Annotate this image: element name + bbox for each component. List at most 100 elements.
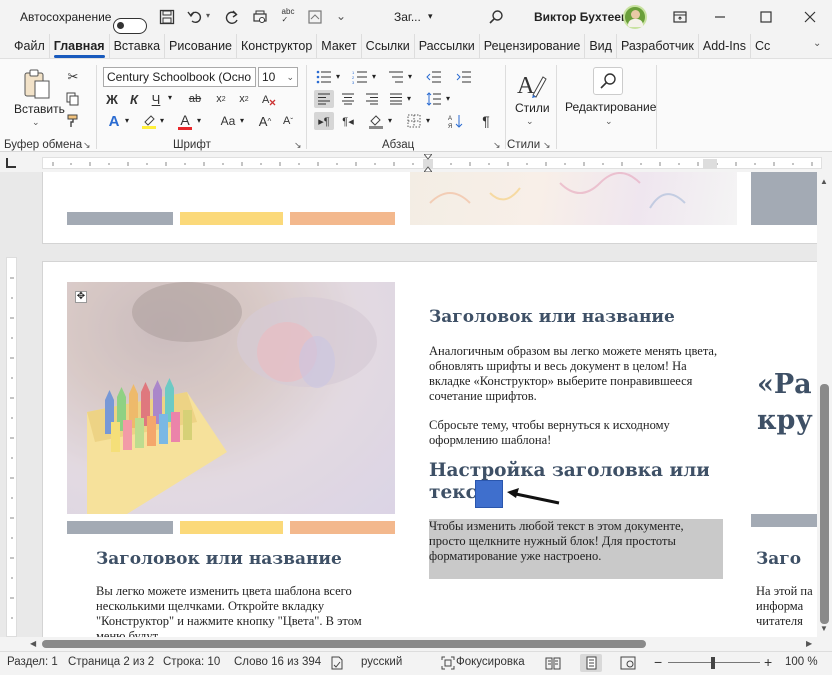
- subscript-icon[interactable]: x2: [211, 90, 231, 108]
- cut-icon[interactable]: ✂: [64, 68, 82, 86]
- tab-layout[interactable]: Макет: [316, 34, 360, 58]
- crayons-image[interactable]: ✥: [67, 282, 395, 514]
- status-language[interactable]: русский: [361, 656, 402, 668]
- styles-dropdown-icon[interactable]: ⌄: [526, 116, 534, 127]
- indent-marker-icon[interactable]: [422, 153, 434, 173]
- user-name[interactable]: Виктор Бухтеев: [534, 10, 628, 24]
- scroll-down-icon[interactable]: ▼: [820, 624, 828, 633]
- tab-design[interactable]: Конструктор: [236, 34, 316, 58]
- strikethrough-icon[interactable]: ab: [184, 90, 206, 108]
- print-preview-icon[interactable]: [251, 8, 269, 26]
- tab-insert[interactable]: Вставка: [108, 34, 164, 58]
- multilevel-list-icon[interactable]: [386, 68, 406, 86]
- editing-label[interactable]: Редактирование: [565, 100, 656, 114]
- tab-review[interactable]: Рецензирование: [478, 34, 585, 58]
- styles-label[interactable]: Стили: [515, 101, 550, 115]
- left-heading[interactable]: Заголовок или название: [96, 549, 342, 569]
- paragraph-launcher-icon[interactable]: ↘: [493, 140, 501, 151]
- copy-icon[interactable]: [64, 90, 82, 108]
- status-words[interactable]: Слово 16 из 394: [234, 656, 321, 668]
- document-area[interactable]: ✥ Заголовок или название Вы легко можете…: [0, 172, 817, 637]
- font-launcher-icon[interactable]: ↘: [294, 140, 302, 151]
- justify-button[interactable]: [386, 90, 406, 108]
- scroll-up-icon[interactable]: ▲: [820, 177, 828, 186]
- horizontal-scroll-thumb[interactable]: [42, 640, 646, 648]
- scroll-right-icon[interactable]: ▶: [806, 639, 812, 648]
- table-move-handle-icon[interactable]: ✥: [75, 291, 87, 303]
- minimize-icon[interactable]: [711, 8, 729, 26]
- paste-label[interactable]: Вставить: [14, 102, 65, 116]
- title-dropdown-icon[interactable]: ▾: [428, 11, 433, 22]
- change-case-icon[interactable]: Aa: [215, 112, 241, 130]
- italic-button[interactable]: К: [125, 90, 143, 108]
- shading-dropdown-icon[interactable]: ▾: [388, 116, 392, 125]
- numbering-dropdown-icon[interactable]: ▾: [372, 72, 376, 81]
- superscript-icon[interactable]: x2: [234, 90, 254, 108]
- mid-body-1[interactable]: Аналогичным образом вы легко можете меня…: [429, 344, 725, 404]
- vertical-scrollbar[interactable]: ▲ ▼: [817, 172, 832, 637]
- tab-references[interactable]: Ссылки: [360, 34, 414, 58]
- text-effects-icon[interactable]: A: [105, 112, 123, 130]
- spelling-icon[interactable]: abc ✓: [278, 6, 298, 26]
- underline-button[interactable]: Ч: [147, 90, 165, 108]
- bullets-dropdown-icon[interactable]: ▾: [336, 72, 340, 81]
- font-color-icon[interactable]: A: [176, 111, 194, 131]
- clear-formatting-icon[interactable]: A: [259, 90, 279, 108]
- clipboard-launcher-icon[interactable]: ↘: [83, 140, 91, 151]
- web-layout-icon[interactable]: [620, 656, 636, 670]
- close-icon[interactable]: [801, 8, 819, 26]
- bold-button[interactable]: Ж: [103, 90, 121, 108]
- align-center-button[interactable]: [338, 90, 358, 108]
- font-size-select[interactable]: 10 ⌄: [258, 67, 298, 87]
- search-icon[interactable]: [487, 8, 505, 26]
- status-section[interactable]: Раздел: 1: [7, 656, 58, 668]
- rtl-text-button[interactable]: ¶◂: [338, 112, 358, 130]
- mid-body-2[interactable]: Сбросьте тему, чтобы вернуться к исходно…: [429, 418, 725, 448]
- status-zoom[interactable]: 100 %: [785, 656, 818, 668]
- page-2[interactable]: ✥ Заголовок или название Вы легко можете…: [42, 261, 817, 637]
- increase-indent-icon[interactable]: [454, 68, 474, 86]
- proofing-icon[interactable]: [330, 656, 344, 670]
- ribbon-display-icon[interactable]: [671, 8, 689, 26]
- tab-draw[interactable]: Рисование: [164, 34, 236, 58]
- mid-heading-1[interactable]: Заголовок или название: [429, 307, 675, 327]
- page1-image[interactable]: [410, 172, 737, 225]
- mid-body-3[interactable]: Чтобы изменить любой текст в этом докуме…: [429, 519, 723, 564]
- sort-icon[interactable]: AЯ: [446, 112, 466, 130]
- paste-dropdown-icon[interactable]: ⌄: [32, 117, 40, 128]
- right-heading[interactable]: Заго: [756, 549, 801, 569]
- focus-icon[interactable]: [441, 656, 455, 670]
- styles-launcher-icon[interactable]: ↘: [543, 140, 551, 151]
- align-left-button[interactable]: [314, 90, 334, 108]
- highlight-dropdown-icon[interactable]: ▾: [160, 116, 164, 125]
- print-layout-button[interactable]: [580, 654, 602, 672]
- left-body-text[interactable]: Вы легко можете изменить цвета шаблона в…: [96, 584, 366, 637]
- autosave-toggle[interactable]: [113, 18, 147, 34]
- editing-dropdown-icon[interactable]: ⌄: [605, 116, 613, 127]
- zoom-slider-thumb[interactable]: [711, 657, 715, 669]
- underline-dropdown-icon[interactable]: ▾: [168, 93, 172, 102]
- quick-access-icon[interactable]: [306, 8, 324, 26]
- tab-selector-icon[interactable]: [6, 158, 16, 168]
- borders-dropdown-icon[interactable]: ▾: [426, 116, 430, 125]
- customize-toolbar-icon[interactable]: ⌄: [336, 9, 346, 23]
- right-quote[interactable]: «Ра кру: [757, 367, 817, 439]
- vertical-scroll-thumb[interactable]: [820, 384, 829, 624]
- tab-file[interactable]: Файл: [0, 34, 49, 58]
- multilevel-dropdown-icon[interactable]: ▾: [408, 72, 412, 81]
- tab-addins[interactable]: Add-Ins: [697, 34, 750, 58]
- line-spacing-icon[interactable]: [424, 90, 444, 108]
- tab-more[interactable]: Сс: [749, 34, 774, 58]
- shading-icon[interactable]: [366, 112, 386, 130]
- document-title[interactable]: Заг...: [394, 10, 421, 24]
- show-formatting-icon[interactable]: ¶: [476, 112, 496, 130]
- page-1[interactable]: [42, 172, 817, 244]
- tab-home[interactable]: Главная: [48, 34, 109, 58]
- font-name-select[interactable]: Century Schoolbook (Осно: [103, 67, 256, 87]
- line-spacing-dropdown-icon[interactable]: ▾: [446, 94, 450, 103]
- change-case-dropdown-icon[interactable]: ▾: [240, 116, 244, 125]
- status-focus[interactable]: Фокусировка: [456, 656, 525, 668]
- font-color-dropdown-icon[interactable]: ▾: [197, 116, 201, 125]
- tab-view[interactable]: Вид: [584, 34, 616, 58]
- numbering-icon[interactable]: 123: [350, 68, 370, 86]
